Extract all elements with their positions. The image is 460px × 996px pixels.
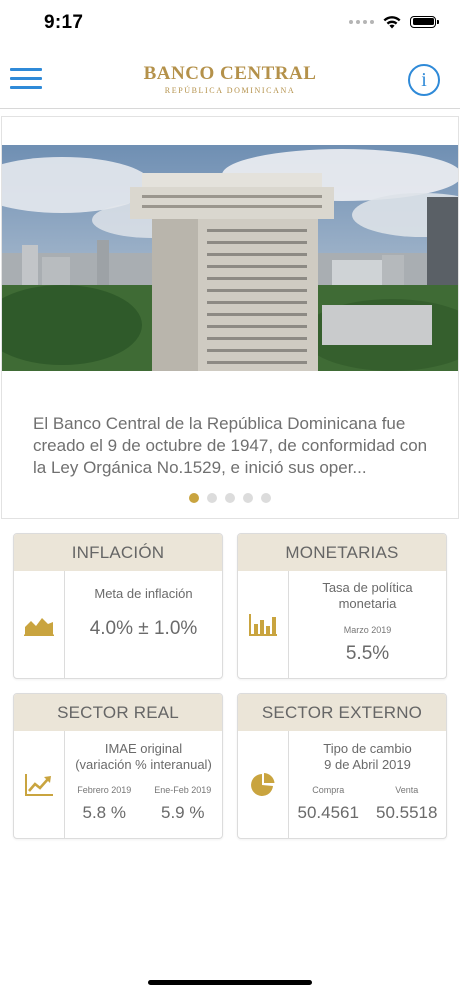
news-carousel[interactable]: El Banco Central de la República Dominic… (1, 116, 459, 519)
card-title: SECTOR REAL (14, 694, 222, 731)
area-chart-icon (24, 617, 54, 636)
page-dot-5[interactable] (261, 493, 271, 503)
status-time: 9:17 (44, 12, 84, 33)
exchange-rate-label: Tipo de cambio (323, 741, 412, 756)
buy-value: 50.4561 (297, 803, 359, 822)
card-monetarias[interactable]: MONETARIAS Tasa de política monetaria Ma… (237, 533, 447, 679)
sell-label: Venta (395, 785, 419, 795)
card-inflacion[interactable]: INFLACIÓN Meta de inflación 4.0% ± 1.0% (13, 533, 223, 679)
imae-col1-period: Febrero 2019 (77, 785, 132, 795)
inflation-value: 4.0% ± 1.0% (89, 618, 198, 639)
page-dot-3[interactable] (225, 493, 235, 503)
card-title: INFLACIÓN (14, 534, 222, 571)
imae-sublabel: (variación % interanual) (75, 757, 212, 772)
imae-col1-value: 5.8 % (82, 803, 126, 822)
policy-rate-label: Tasa de política monetaria (322, 580, 413, 611)
info-icon[interactable]: i (408, 64, 440, 96)
card-sector-real[interactable]: SECTOR REAL IMAE original (variación % i… (13, 693, 223, 839)
brand-title: BANCO CENTRAL (143, 63, 317, 84)
page-dot-4[interactable] (243, 493, 253, 503)
carousel-description: El Banco Central de la República Dominic… (33, 414, 428, 477)
buy-label: Compra (312, 785, 345, 795)
policy-rate-value: 5.5% (345, 643, 390, 664)
battery-icon (410, 15, 439, 28)
page-dot-1[interactable] (189, 493, 199, 503)
sell-value: 50.5518 (376, 803, 438, 822)
policy-rate-period: Marzo 2019 (343, 625, 392, 635)
signal-icon (349, 19, 374, 24)
brand-subtitle: REPÚBLICA DOMINICANA (164, 86, 296, 95)
imae-col2-value: 5.9 % (161, 803, 205, 822)
exchange-rate-date: 9 de Abril 2019 (324, 757, 411, 772)
home-indicator[interactable] (148, 980, 312, 985)
status-icons (349, 14, 439, 29)
pie-chart-icon (251, 772, 275, 796)
carousel-image (2, 145, 458, 371)
imae-col2-period: Ene-Feb 2019 (154, 785, 212, 795)
status-bar: 9:17 (0, 0, 460, 48)
carousel-page-indicator[interactable] (2, 493, 458, 503)
card-sector-externo[interactable]: SECTOR EXTERNO Tipo de cambio 9 de Abril… (237, 693, 447, 839)
nav-bar: BANCO CENTRAL REPÚBLICA DOMINICANA i (0, 48, 460, 109)
page-dot-2[interactable] (207, 493, 217, 503)
imae-label: IMAE original (104, 741, 183, 756)
brand-logo: BANCO CENTRAL REPÚBLICA DOMINICANA (0, 64, 460, 96)
line-chart-icon (25, 773, 53, 796)
inflation-label: Meta de inflación (94, 586, 193, 601)
wifi-icon (383, 16, 401, 29)
bar-chart-icon (249, 613, 277, 636)
card-title: MONETARIAS (238, 534, 446, 571)
card-title: SECTOR EXTERNO (238, 694, 446, 731)
